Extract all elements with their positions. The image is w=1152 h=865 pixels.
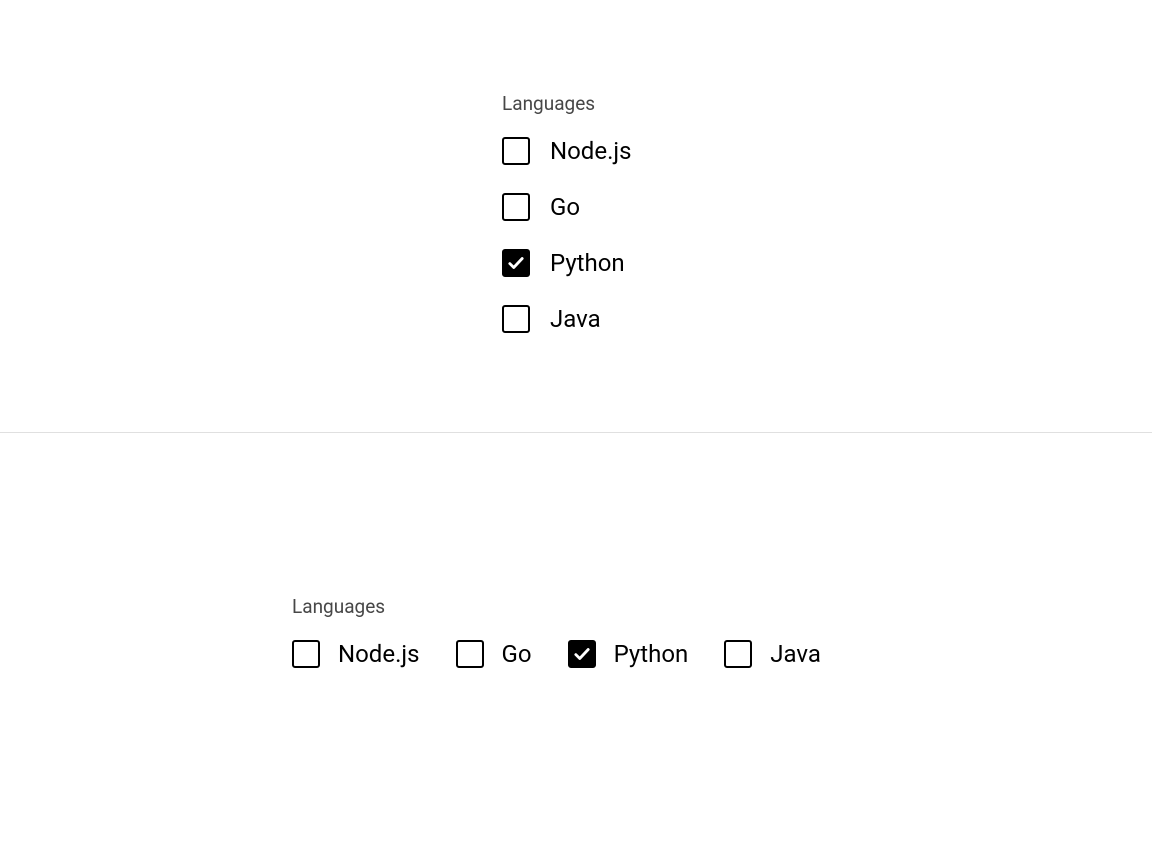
checkbox-python[interactable]: Python — [502, 249, 1152, 277]
checkbox-java[interactable]: Java — [724, 640, 821, 668]
checkbox-box[interactable] — [502, 249, 530, 277]
checkbox-label: Java — [550, 305, 601, 333]
checkbox-box[interactable] — [502, 193, 530, 221]
checkbox-label: Node.js — [550, 137, 632, 165]
checkbox-label: Java — [770, 640, 821, 668]
checkbox-label: Python — [614, 640, 689, 668]
checkbox-box[interactable] — [724, 640, 752, 668]
checkbox-label: Node.js — [338, 640, 420, 668]
checkmark-icon — [507, 254, 525, 272]
checkbox-box[interactable] — [292, 640, 320, 668]
checkbox-label: Go — [502, 640, 532, 668]
checkbox-label: Go — [550, 193, 580, 221]
checkbox-box[interactable] — [456, 640, 484, 668]
checkbox-label: Python — [550, 249, 625, 277]
checkbox-group-vertical: Node.js Go Python Java — [502, 137, 1152, 333]
vertical-checkbox-section: Languages Node.js Go Python Java — [0, 0, 1152, 432]
checkbox-go[interactable]: Go — [502, 193, 1152, 221]
checkbox-box[interactable] — [568, 640, 596, 668]
checkbox-java[interactable]: Java — [502, 305, 1152, 333]
checkbox-python[interactable]: Python — [568, 640, 689, 668]
languages-legend: Languages — [502, 92, 1152, 115]
checkbox-group-horizontal: Node.js Go Python Java — [292, 640, 1152, 668]
horizontal-checkbox-section: Languages Node.js Go Python Java — [0, 433, 1152, 865]
checkmark-icon — [573, 645, 591, 663]
languages-legend: Languages — [292, 595, 1152, 618]
checkbox-nodejs[interactable]: Node.js — [502, 137, 1152, 165]
checkbox-nodejs[interactable]: Node.js — [292, 640, 420, 668]
checkbox-box[interactable] — [502, 137, 530, 165]
checkbox-go[interactable]: Go — [456, 640, 532, 668]
checkbox-box[interactable] — [502, 305, 530, 333]
